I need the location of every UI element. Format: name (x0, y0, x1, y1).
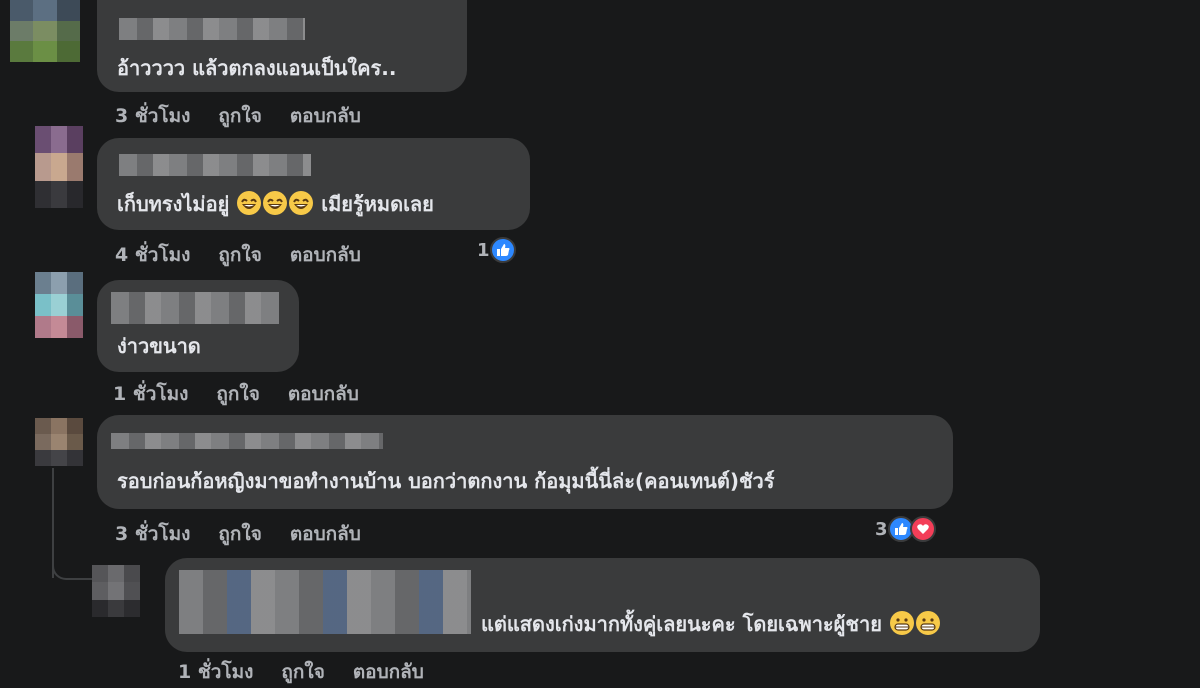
like-link[interactable]: ถูกใจ (218, 244, 261, 266)
like-icon (489, 237, 516, 263)
comment-bubble: แต่แสดงเก่งมากทั้งคู่เลยนะคะ โดยเฉพาะผู้… (165, 558, 1040, 652)
timestamp[interactable]: 1 ชั่วโมง (178, 661, 253, 683)
reply-link[interactable]: ตอบกลับ (288, 383, 359, 405)
avatar[interactable] (10, 0, 80, 62)
reaction-count: 3 (875, 518, 888, 540)
comment-actions: 1 ชั่วโมง ถูกใจ ตอบกลับ (178, 657, 452, 687)
author-name-blurred[interactable] (111, 433, 383, 449)
grinning-emoji (889, 610, 915, 641)
comment-actions: 4 ชั่วโมง ถูกใจ ตอบกลับ (115, 240, 389, 270)
comment-bubble: ง่าวขนาด (97, 280, 299, 372)
author-name-blurred[interactable] (119, 154, 311, 176)
timestamp[interactable]: 4 ชั่วโมง (115, 244, 190, 266)
comment-actions: 3 ชั่วโมง ถูกใจ ตอบกลับ (115, 101, 389, 131)
avatar[interactable] (35, 418, 83, 466)
laughing-emoji (236, 190, 262, 221)
reply-link[interactable]: ตอบกลับ (290, 244, 361, 266)
thread-connector (52, 540, 94, 580)
like-link[interactable]: ถูกใจ (218, 523, 261, 545)
avatar[interactable] (35, 126, 83, 208)
comment-actions: 3 ชั่วโมง ถูกใจ ตอบกลับ (115, 519, 389, 549)
comment-text: เก็บทรงไม่อยู่ เมียรู้หมดเลย (117, 188, 434, 221)
laughing-emoji (288, 190, 314, 221)
avatar[interactable] (92, 565, 140, 617)
author-name-blurred[interactable] (111, 292, 279, 324)
comment-text: ง่าวขนาด (117, 334, 201, 358)
comment-bubble: อ้าวววว แล้วตกลงแอนเป็นใคร.. (97, 0, 467, 92)
comment-text-body: แต่แสดงเก่งมากทั้งคู่เลยนะคะ โดยเฉพาะผู้… (481, 612, 882, 636)
timestamp[interactable]: 3 ชั่วโมง (115, 105, 190, 127)
heart-icon (909, 516, 936, 542)
author-name-blurred[interactable] (119, 18, 305, 40)
avatar[interactable] (35, 272, 83, 338)
reaction-summary[interactable]: 1 (477, 237, 516, 263)
reply-link[interactable]: ตอบกลับ (353, 661, 424, 683)
comment-bubble: รอบก่อนก้อหญิงมาขอทำงานบ้าน บอกว่าตกงาน … (97, 415, 953, 509)
comment-text-a: เก็บทรงไม่อยู่ (117, 192, 230, 216)
reply-link[interactable]: ตอบกลับ (290, 523, 361, 545)
like-link[interactable]: ถูกใจ (281, 661, 324, 683)
timestamp[interactable]: 1 ชั่วโมง (113, 383, 188, 405)
comment-actions: 1 ชั่วโมง ถูกใจ ตอบกลับ (113, 379, 387, 409)
laughing-emoji (262, 190, 288, 221)
comment-text: รอบก่อนก้อหญิงมาขอทำงานบ้าน บอกว่าตกงาน … (117, 469, 775, 493)
like-link[interactable]: ถูกใจ (216, 383, 259, 405)
comment-text: อ้าวววว แล้วตกลงแอนเป็นใคร.. (117, 56, 397, 80)
reply-link[interactable]: ตอบกลับ (290, 105, 361, 127)
reaction-summary[interactable]: 3 (875, 516, 936, 542)
reaction-count: 1 (477, 239, 490, 261)
like-link[interactable]: ถูกใจ (218, 105, 261, 127)
author-name-blurred[interactable] (179, 570, 471, 634)
comment-bubble: เก็บทรงไม่อยู่ เมียรู้หมดเลย (97, 138, 530, 230)
comment-text-b: เมียรู้หมดเลย (321, 192, 434, 216)
timestamp[interactable]: 3 ชั่วโมง (115, 523, 190, 545)
grinning-emoji (915, 610, 941, 641)
comment-text: แต่แสดงเก่งมากทั้งคู่เลยนะคะ โดยเฉพาะผู้… (481, 608, 941, 641)
